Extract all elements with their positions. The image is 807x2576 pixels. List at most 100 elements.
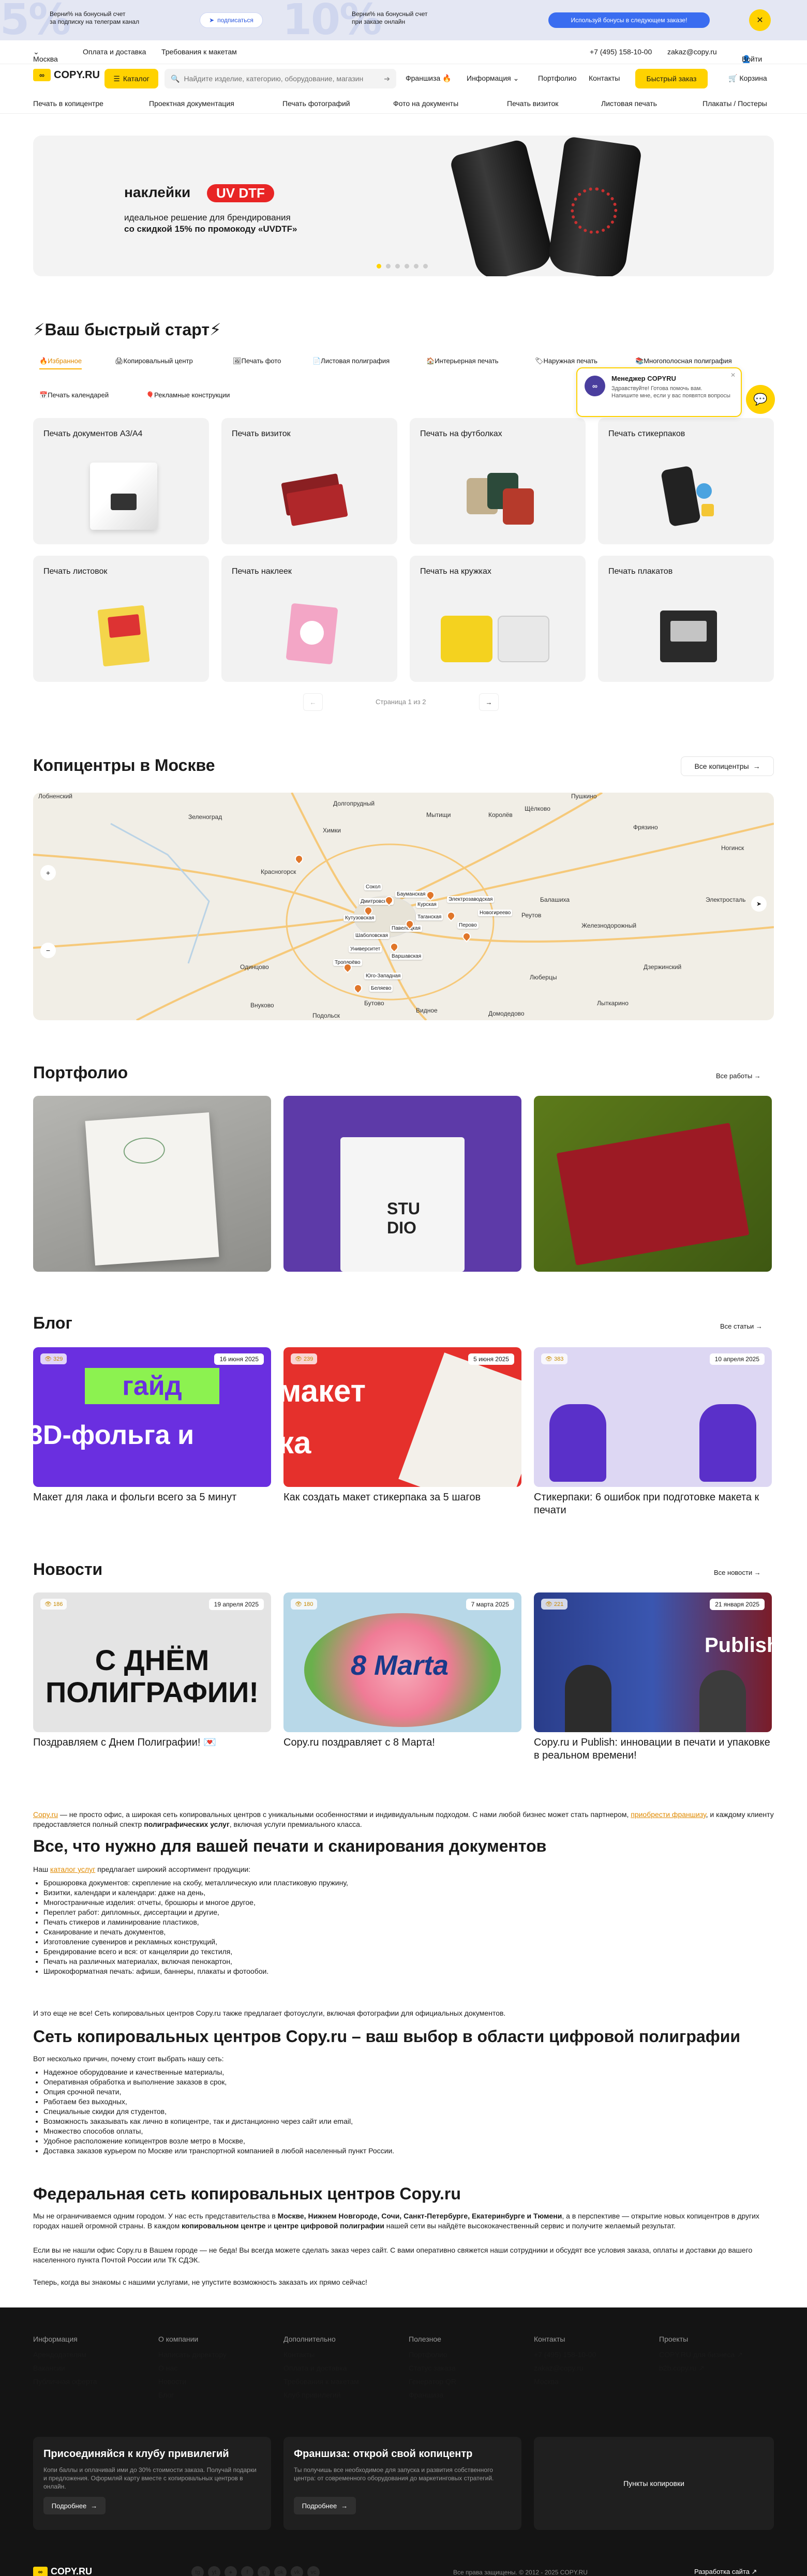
vk-icon[interactable]: vk	[291, 2566, 303, 2576]
fast-order-button[interactable]: Быстрый заказ	[635, 69, 708, 88]
map-point[interactable]: Шаболовская	[354, 932, 390, 939]
contacts-link[interactable]: Контакты	[589, 74, 620, 82]
req-link[interactable]: Требования к макетам	[161, 48, 237, 56]
catalog-button[interactable]: ☰ Каталог	[104, 69, 158, 88]
locate-icon[interactable]: ➤	[751, 896, 767, 912]
ok-icon[interactable]: ok	[274, 2566, 287, 2576]
map-label: Щёлково	[525, 805, 550, 812]
blog-card[interactable]: 👁 383 10 апреля 2025 Стикерпаки: 6 ошибок…	[534, 1347, 772, 1517]
product-card[interactable]: Печать плакатов	[598, 556, 774, 682]
info-menu[interactable]: Информация ⌄	[467, 74, 519, 83]
zoom-out-icon[interactable]: −	[40, 943, 56, 958]
facebook-icon[interactable]: f	[241, 2566, 253, 2576]
cat-item[interactable]: Фото на документы	[393, 99, 458, 108]
cat-item[interactable]: Плакаты / Постеры	[703, 99, 767, 108]
blog-card[interactable]: макет ка 👁 239 5 июня 2025 Как создать ма…	[283, 1347, 521, 1504]
vc-icon[interactable]: vc	[307, 2566, 320, 2576]
all-posts-link[interactable]: Все статьи →	[720, 1322, 763, 1330]
all-news-link[interactable]: Все новости →	[714, 1569, 761, 1576]
map-point[interactable]: Юго-Западная	[364, 973, 402, 979]
product-card[interactable]: Печать на футболках	[410, 418, 586, 544]
map-point[interactable]: Сокол	[364, 884, 382, 890]
dzen-icon[interactable]: ✦	[225, 2566, 237, 2576]
map-point[interactable]: Таганская	[416, 914, 443, 920]
cart-link[interactable]: 🛒 Корзина	[728, 74, 767, 83]
map-point[interactable]: Варшавская	[390, 953, 423, 960]
portfolio-item[interactable]	[534, 1096, 772, 1272]
seo-p5: Мы не ограничиваемся одним городом. У на…	[33, 2212, 759, 2230]
tab-photo[interactable]: 🖼Печать фото	[233, 357, 281, 365]
arrow-right-icon[interactable]: ➔	[384, 75, 390, 83]
tab-interior[interactable]: 🏠Интерьерная печать	[426, 357, 499, 365]
instagram-icon[interactable]: ig	[258, 2566, 270, 2576]
cat-item[interactable]: Проектная документация	[149, 99, 234, 108]
map-point[interactable]: Кутузовская	[343, 915, 376, 921]
portfolio-item[interactable]	[33, 1096, 271, 1272]
tab-copy[interactable]: 🖨Копировальный центр	[115, 357, 193, 365]
search-bar[interactable]: 🔍➔	[165, 69, 396, 88]
tab-sheet[interactable]: 📄Листовая полиграфия	[312, 357, 390, 365]
dev-link[interactable]: Разработка сайта ↗	[694, 2568, 757, 2576]
close-promo-icon[interactable]: ✕	[749, 9, 771, 31]
map-point[interactable]: Университет	[349, 946, 382, 952]
product-card[interactable]: Печать документов А3/А4	[33, 418, 209, 544]
cat-item[interactable]: Печать в копицентре	[33, 99, 103, 108]
club-more-button[interactable]: Подробнее →	[43, 2497, 106, 2514]
product-card[interactable]: Печать листовок	[33, 556, 209, 682]
chat-bubble-icon[interactable]: 💬	[746, 385, 775, 414]
cat-item[interactable]: Печать фотографий	[282, 99, 350, 108]
map-label: Реутов	[521, 912, 542, 919]
product-card[interactable]: Печать визиток	[221, 418, 397, 544]
points-box[interactable]: Пункты копировки	[534, 2437, 774, 2530]
product-card[interactable]: Печать наклеек	[221, 556, 397, 682]
tab-multipage[interactable]: 📚Многополосная полиграфия	[635, 357, 732, 365]
hero-banner[interactable]: наклейки UV DTF идеальное решение для бр…	[33, 136, 774, 276]
product-card[interactable]: Печать на кружках	[410, 556, 586, 682]
news-card[interactable]: 8 Marta 👁 180 7 марта 2025 Copy.ru поздра…	[283, 1592, 521, 1749]
tab-advertising[interactable]: 🎈Рекламные конструкции	[146, 391, 230, 399]
tab-calendars[interactable]: 📅Печать календарей	[39, 391, 109, 399]
all-copycenters-button[interactable]: Все копицентры →	[681, 756, 774, 776]
blog-card[interactable]: гайд 3D-фольга и 👁 329 16 июня 2025 Макет…	[33, 1347, 271, 1504]
catalog-inline-link[interactable]: каталог услуг	[50, 1865, 95, 1873]
search-icon: 🔍	[171, 74, 180, 83]
tab-favorites[interactable]: 🔥Избранное	[39, 357, 82, 369]
telegram-icon[interactable]: tg	[191, 2566, 204, 2576]
news-card[interactable]: С ДНЁМ ПОЛИГРАФИИ! 👁 186 19 апреля 2025 По…	[33, 1592, 271, 1749]
map-point[interactable]: Беляево	[369, 985, 393, 992]
pay-link[interactable]: Оплата и доставка	[83, 48, 146, 56]
logo[interactable]: ∞ COPY.RU	[33, 69, 100, 81]
all-works-link[interactable]: Все работы →	[716, 1072, 761, 1080]
map[interactable]: Лобненский Химки Долгопрудный Мытищи Кор…	[33, 793, 774, 1020]
subscribe-button[interactable]: ➤ подписаться	[200, 12, 263, 28]
chat-popup[interactable]: ∞ Менеджер COPYRU Здравствуйте! Готова п…	[576, 367, 742, 417]
search-input[interactable]	[184, 75, 380, 83]
close-chat-icon[interactable]: ✕	[730, 371, 736, 379]
portfolio-link[interactable]: Портфолио	[538, 74, 577, 82]
news-card[interactable]: Publish 👁 221 21 января 2025 Copy.ru и Pu…	[534, 1592, 772, 1762]
city-select[interactable]: Москва ⌄	[33, 48, 58, 63]
map-point[interactable]: Новогиреево	[478, 910, 513, 916]
cat-item[interactable]: Листовая печать	[601, 99, 657, 108]
bonus-button[interactable]: Используй бонусы в следующем заказе!	[548, 12, 710, 28]
youtube-icon[interactable]: yt	[208, 2566, 220, 2576]
cat-item[interactable]: Печать визиток	[507, 99, 558, 108]
map-point[interactable]: Бауманская	[395, 891, 427, 898]
map-point[interactable]: Электрозаводская	[447, 896, 495, 903]
copyru-link[interactable]: Copy.ru	[33, 1810, 58, 1819]
prev-page-button[interactable]: ←	[303, 693, 323, 711]
franchise-more-button[interactable]: Подробнее →	[294, 2497, 356, 2514]
footer-logo[interactable]: ∞ COPY.RU	[33, 2566, 92, 2576]
hero-dots[interactable]	[377, 264, 428, 269]
phone-link[interactable]: +7 (495) 158-10-00	[590, 48, 652, 56]
franchise-inline-link[interactable]: приобрести франшизу	[631, 1810, 706, 1819]
next-page-button[interactable]: →	[479, 693, 499, 711]
product-card[interactable]: Печать стикерпаков	[598, 418, 774, 544]
map-point[interactable]: Курская	[416, 901, 438, 908]
franchise-link[interactable]: Франшиза 🔥	[406, 74, 452, 83]
zoom-in-icon[interactable]: +	[40, 865, 56, 881]
map-point[interactable]: Перово	[457, 922, 479, 929]
tab-outdoor[interactable]: 🏷Наружная печать	[535, 357, 597, 365]
portfolio-item[interactable]: STU DIO	[283, 1096, 521, 1272]
email-link[interactable]: zakaz@copy.ru	[667, 48, 717, 56]
